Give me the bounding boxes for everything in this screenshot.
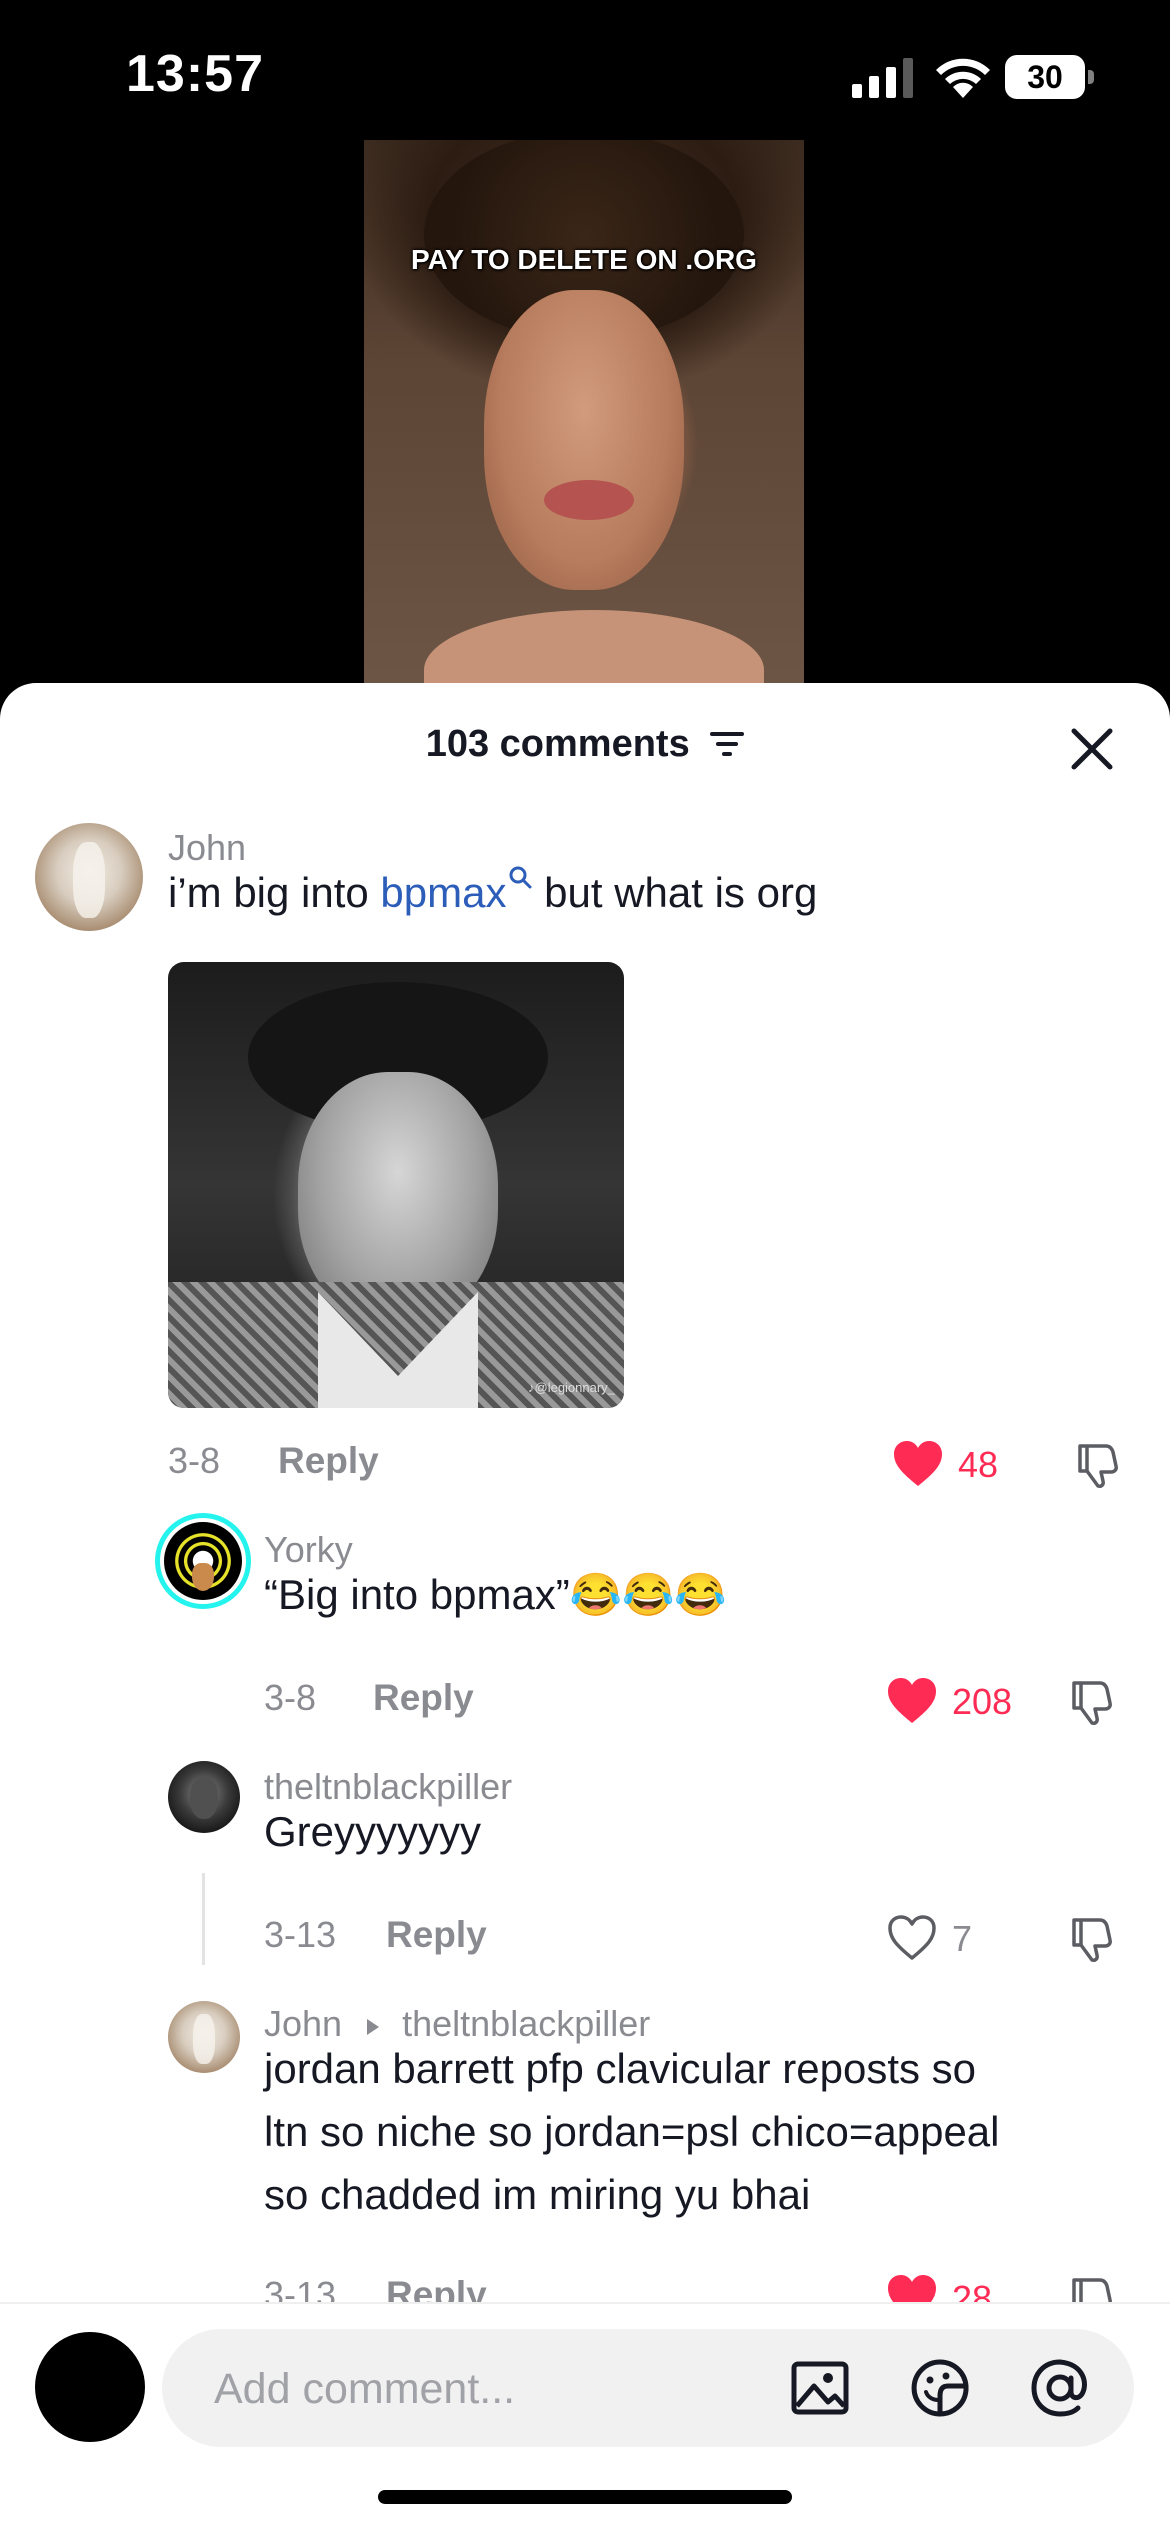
comment-text: jordan barrett pfp clavicular reposts so… xyxy=(264,2037,1144,2226)
comment-text: “Big into bpmax”😂😂😂 xyxy=(264,1571,727,1618)
close-icon[interactable] xyxy=(1064,721,1120,777)
mention-icon[interactable] xyxy=(1028,2356,1092,2420)
comments-sheet: 103 comments John i’m big into bpmax but… xyxy=(0,683,1170,2532)
home-indicator[interactable] xyxy=(378,2490,792,2504)
sheet-header: 103 comments xyxy=(0,683,1170,803)
battery-icon: 30 xyxy=(1005,55,1095,99)
thread-line xyxy=(202,1873,205,1965)
filter-icon[interactable] xyxy=(710,730,745,758)
status-time: 13:57 xyxy=(126,45,264,103)
battery-level: 30 xyxy=(1027,59,1063,95)
comment-text-line: jordan barrett pfp clavicular reposts so xyxy=(264,2045,977,2092)
comment-date: 3-13 xyxy=(264,1914,337,1955)
dislike-icon[interactable] xyxy=(1072,1440,1122,1490)
dislike-icon[interactable] xyxy=(1066,1914,1116,1964)
like-button[interactable]: 7 xyxy=(886,1914,1006,1964)
image-watermark: ♪@legionnary_ xyxy=(528,1380,615,1395)
like-count: 7 xyxy=(952,1918,973,1959)
image-icon[interactable] xyxy=(788,2356,852,2420)
like-count: 208 xyxy=(952,1681,1013,1722)
search-link[interactable]: bpmax xyxy=(380,866,532,916)
reply-button[interactable]: Reply xyxy=(278,1440,379,1482)
comment-text: Greyyyyyyy xyxy=(264,1808,482,1855)
screen: 13:57 30 PAY TO DELETE ON .ORG 103 comme… xyxy=(0,0,1170,2532)
dislike-icon[interactable] xyxy=(1066,1677,1116,1727)
heart-icon xyxy=(894,1441,942,1486)
reply-arrow-icon xyxy=(367,2019,380,2035)
comment-text-part: i’m big into xyxy=(168,869,381,916)
reply-button[interactable]: Reply xyxy=(386,1914,487,1956)
like-button[interactable]: 208 xyxy=(886,1677,1046,1727)
add-comment-placeholder: Add comment... xyxy=(214,2365,516,2413)
comment-composer: Add comment... xyxy=(0,2302,1170,2532)
comment-date: 3-8 xyxy=(264,1677,317,1718)
comments-count-button[interactable]: 103 comments xyxy=(0,723,1170,766)
add-comment-input[interactable]: Add comment... xyxy=(162,2329,1134,2447)
video-caption: PAY TO DELETE ON .ORG xyxy=(411,244,757,275)
comments-count: 103 comments xyxy=(425,723,690,765)
comment-image[interactable]: ♪@legionnary_ xyxy=(168,962,624,1408)
comment-date: 3-8 xyxy=(168,1440,221,1481)
search-link-label: bpmax xyxy=(380,869,507,916)
reply-button[interactable]: Reply xyxy=(373,1677,474,1719)
comment-text-part: but what is org xyxy=(532,869,818,916)
user-avatar[interactable] xyxy=(35,2332,145,2442)
heart-outline-icon xyxy=(888,1915,936,1960)
comment-text: i’m big into bpmax but what is org xyxy=(168,861,817,924)
video-preview[interactable]: PAY TO DELETE ON .ORG xyxy=(364,140,804,695)
avatar[interactable] xyxy=(168,2001,240,2073)
search-icon xyxy=(509,866,532,889)
comment-text-line: so chadded im miring yu bhai xyxy=(264,2171,811,2218)
status-bar: 13:57 30 xyxy=(0,0,1170,150)
comment-text-line: ltn so niche so jordan=psl chico=appeal xyxy=(264,2108,1000,2155)
signal-icon xyxy=(852,58,913,98)
avatar[interactable] xyxy=(168,1761,240,1833)
wifi-icon xyxy=(936,58,990,98)
avatar[interactable] xyxy=(35,823,143,931)
avatar[interactable] xyxy=(155,1513,251,1609)
emoji-icon[interactable] xyxy=(908,2356,972,2420)
heart-icon xyxy=(888,1678,936,1723)
like-button[interactable]: 48 xyxy=(892,1440,1032,1490)
like-count: 48 xyxy=(958,1444,999,1485)
